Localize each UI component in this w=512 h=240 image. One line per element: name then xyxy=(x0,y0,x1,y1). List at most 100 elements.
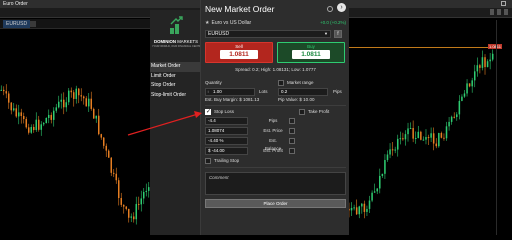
trailing-stop-label: Trailing Stop xyxy=(214,158,240,163)
candle-body xyxy=(8,93,10,103)
buy-button[interactable]: Buy 1.0811 xyxy=(277,42,345,63)
stop-loss-checkbox[interactable] xyxy=(205,108,211,115)
candle-body xyxy=(23,115,25,120)
market-range-input[interactable]: 0.2 xyxy=(278,88,328,96)
window-menu-icon[interactable] xyxy=(501,1,506,6)
tab-control-icon[interactable] xyxy=(497,9,501,15)
tab-control-icon[interactable] xyxy=(504,9,508,15)
place-order-button[interactable]: Place Order xyxy=(205,199,346,208)
candle-body xyxy=(414,137,417,139)
row-toggle[interactable] xyxy=(289,118,295,124)
buy-label: Buy xyxy=(307,44,315,49)
candle-body xyxy=(43,123,45,125)
candle-body xyxy=(48,114,50,118)
lock-icon[interactable]: f xyxy=(334,30,342,38)
chart-settings-icon[interactable] xyxy=(30,21,36,27)
candle-body xyxy=(78,88,80,96)
candle-body xyxy=(448,121,450,127)
sell-price: 1.0811 xyxy=(220,50,258,59)
row-toggle[interactable] xyxy=(289,148,295,154)
sell-button[interactable]: Sell 1.0811 xyxy=(205,42,273,63)
stop-loss-pips-input[interactable]: -4.4 xyxy=(205,117,248,125)
quantity-unit: Lots xyxy=(259,89,268,94)
candle-body xyxy=(98,115,100,135)
candle-body xyxy=(481,57,484,68)
take-profit-checkbox[interactable] xyxy=(299,109,305,115)
row-toggle[interactable] xyxy=(289,128,295,134)
candle-body xyxy=(417,131,420,138)
comment-textarea[interactable]: Comment xyxy=(205,172,346,195)
info-icon[interactable] xyxy=(327,6,333,12)
right-candlestick-chart xyxy=(340,49,494,221)
candle-body xyxy=(68,90,70,103)
stop-loss-balance-input[interactable]: -4.40 % xyxy=(205,137,248,145)
sidebar-item-stop-order[interactable]: Stop Order xyxy=(150,81,200,91)
stop-loss-price-input[interactable]: 1.08074 xyxy=(205,127,248,135)
stop-loss-profit-input[interactable]: $ -44.00 xyxy=(205,147,248,155)
candle-body xyxy=(358,206,361,215)
candle-body xyxy=(18,112,20,117)
close-icon[interactable]: › xyxy=(337,3,346,12)
instrument-name: Euro vs US Dollar xyxy=(211,20,252,26)
price-axis[interactable] xyxy=(496,20,512,235)
instrument-change: +0.0 (+0.2%) xyxy=(319,20,346,25)
candle-body xyxy=(25,119,27,128)
candle-body xyxy=(438,133,440,147)
chart-symbol-tab[interactable]: EURUSD xyxy=(3,20,31,28)
candle-body xyxy=(420,131,422,140)
left-candlestick-chart xyxy=(0,84,150,225)
sidebar-item-stop-limit-order[interactable]: Stop-limit Order xyxy=(150,91,200,101)
candle-body xyxy=(363,203,366,212)
stepper-icon[interactable]: ↕ xyxy=(207,89,209,95)
quantity-input[interactable]: ↕ 1.00 xyxy=(205,88,255,96)
candle-body xyxy=(430,133,432,138)
candle-body xyxy=(450,116,453,122)
candle-body xyxy=(40,124,42,130)
sidebar-item-limit-order[interactable]: Limit Order xyxy=(150,72,200,82)
candle-body xyxy=(105,145,107,151)
buy-margin-text: Est. Buy Margin: $ 1081.13 xyxy=(205,97,260,102)
est-price-label: Est. Price xyxy=(263,128,283,133)
sidebar-item-market-order[interactable]: Market Order xyxy=(150,62,200,72)
candle-body xyxy=(386,154,389,161)
candle-body xyxy=(404,134,407,140)
candle-body xyxy=(110,157,112,173)
est-profit-label: Est. Profit xyxy=(263,148,283,153)
candle-body xyxy=(453,116,455,118)
row-toggle[interactable] xyxy=(289,138,295,144)
instrument-header: ★ Euro vs US Dollar +0.0 (+0.2%) xyxy=(205,19,346,27)
candle-body xyxy=(95,115,97,119)
panel-title: New Market Order xyxy=(205,4,275,14)
candle-body xyxy=(133,216,135,220)
tab-control-icon[interactable] xyxy=(490,9,494,15)
candle-body xyxy=(422,139,425,141)
new-order-panel: New Market Order › ★ Euro vs US Dollar +0… xyxy=(200,0,349,235)
candle-body xyxy=(427,137,430,139)
candle-body xyxy=(468,83,471,87)
market-range-checkbox[interactable] xyxy=(278,80,284,86)
candle-body xyxy=(458,100,461,115)
current-price-line xyxy=(345,47,493,48)
candle-body xyxy=(145,190,147,193)
spread-info: Spread: 0.2; High: 1.08131; Low: 1.0777 xyxy=(235,67,316,72)
candle-body xyxy=(355,207,358,215)
logo-tagline: YOUR WORLD, OUR FINANCIAL CENTRE xyxy=(152,45,203,48)
symbol-select[interactable]: EURUSD ▼ xyxy=(205,30,331,38)
candle-body xyxy=(394,149,396,151)
chart-toolbar: EURUSD xyxy=(0,19,150,29)
candle-body xyxy=(3,89,5,92)
candle-body xyxy=(0,89,2,91)
candle-body xyxy=(63,99,65,108)
market-range-unit: Pips xyxy=(333,89,342,94)
candle-body xyxy=(10,102,12,111)
candle-body xyxy=(113,172,115,174)
trailing-stop-checkbox[interactable] xyxy=(205,158,211,164)
candle-body xyxy=(379,175,381,189)
candle-body xyxy=(103,137,105,146)
candle-body xyxy=(28,127,30,133)
candle-body xyxy=(371,192,373,201)
favorite-star-icon[interactable]: ★ xyxy=(205,20,209,26)
candle-body xyxy=(461,96,463,101)
top-tab-label[interactable]: Euro Order xyxy=(3,0,28,8)
candle-body xyxy=(123,204,125,207)
